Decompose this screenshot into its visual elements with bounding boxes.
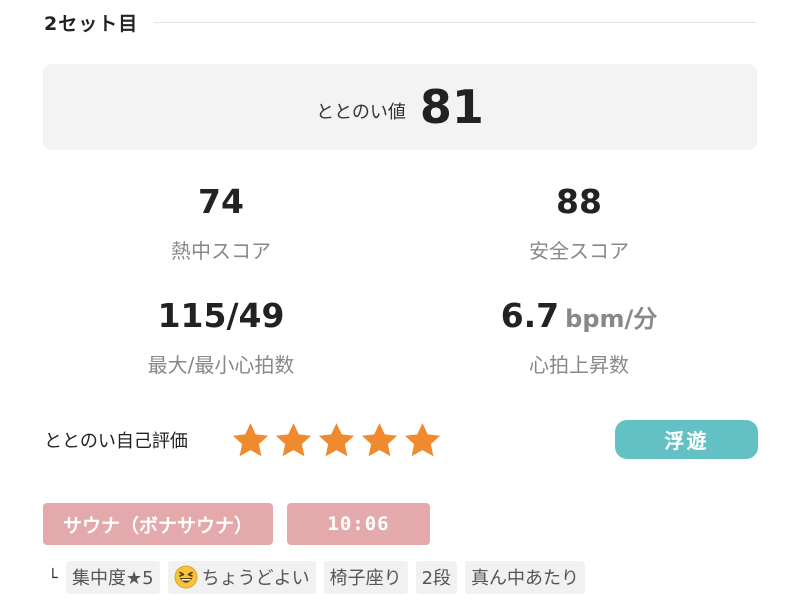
tag-concentration: 集中度★5 bbox=[66, 560, 160, 594]
totonoi-score-value: 81 bbox=[419, 80, 484, 134]
tag-tier: 2段 bbox=[415, 560, 458, 594]
branch-marker: └ bbox=[48, 567, 58, 587]
sauna-time-badge: 10:06 bbox=[287, 503, 430, 545]
grinning-squinting-face-icon bbox=[174, 565, 198, 589]
condition-tags: └ 集中度★5 ちょうどよい 椅子座り 2段 真ん中あたり bbox=[48, 560, 586, 594]
metric-unit: bpm/分 bbox=[565, 305, 658, 333]
metric-label: 熱中スコア bbox=[171, 239, 271, 263]
set-detail-page: 2セット目 ととのい値 81 74 熱中スコア 88 安全スコア 115/49 … bbox=[0, 0, 800, 600]
mood-badge: 浮遊 bbox=[615, 420, 758, 459]
metric-label: 最大/最小心拍数 bbox=[147, 353, 295, 377]
metric-heat-score: 74 熱中スコア bbox=[71, 180, 371, 264]
metric-heart-rate-rise: 6.7 bpm/分 心拍上昇数 bbox=[429, 294, 729, 378]
totonoi-score-card: ととのい値 81 bbox=[43, 64, 757, 150]
star-icon bbox=[404, 422, 441, 456]
set-title: 2セット目 bbox=[44, 12, 139, 35]
divider bbox=[154, 21, 756, 23]
metric-value: 88 bbox=[556, 182, 602, 221]
star-icon bbox=[318, 422, 355, 456]
star-icon bbox=[232, 422, 269, 456]
tag-temperature: ちょうどよい bbox=[167, 560, 316, 594]
set-header: 2セット目 bbox=[44, 8, 756, 36]
metric-value: 6.7 bpm/分 bbox=[500, 296, 658, 335]
metric-heart-rate-range: 115/49 最大/最小心拍数 bbox=[71, 294, 371, 378]
sauna-session-row: サウナ（ボナサウナ） 10:06 bbox=[43, 503, 430, 545]
totonoi-score-label: ととのい値 bbox=[316, 102, 406, 123]
star-icon bbox=[275, 422, 312, 456]
self-rating-label: ととのい自己評価 bbox=[44, 431, 188, 452]
metric-value: 74 bbox=[198, 182, 244, 221]
star-icon bbox=[361, 422, 398, 456]
tag-position: 真ん中あたり bbox=[465, 560, 586, 594]
metric-label: 安全スコア bbox=[529, 239, 629, 263]
metric-safety-score: 88 安全スコア bbox=[429, 180, 729, 264]
metric-value: 115/49 bbox=[157, 296, 285, 335]
self-rating-row: ととのい自己評価 浮遊 bbox=[44, 420, 758, 460]
tag-posture: 椅子座り bbox=[323, 560, 408, 594]
star-rating bbox=[230, 420, 443, 461]
metric-label: 心拍上昇数 bbox=[529, 353, 629, 377]
sauna-name-badge: サウナ（ボナサウナ） bbox=[43, 503, 273, 545]
